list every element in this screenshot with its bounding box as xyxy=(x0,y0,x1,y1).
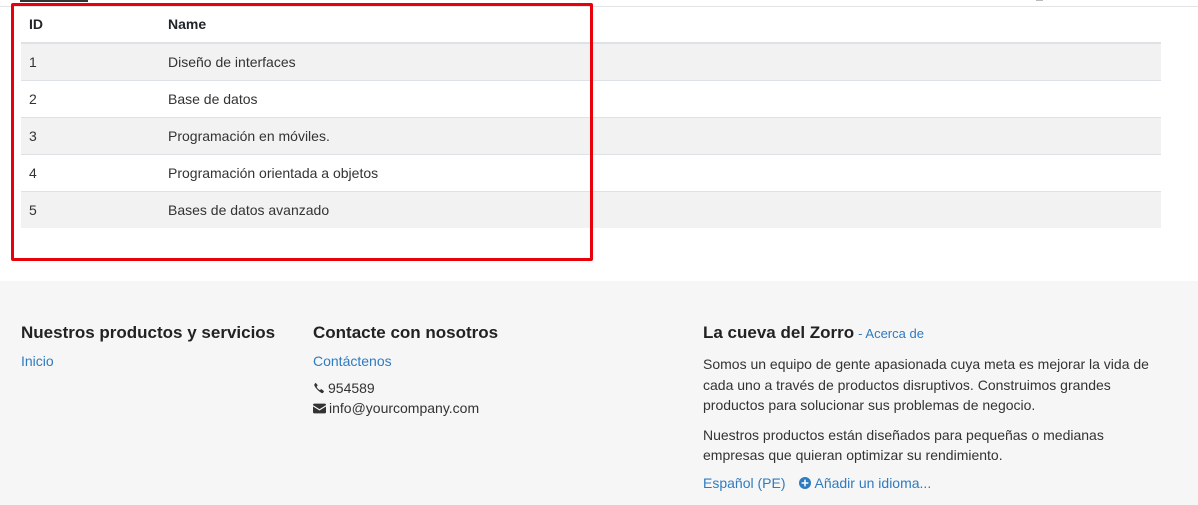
table-row[interactable]: 4 Programación orientada a objetos xyxy=(21,154,1161,192)
column-header-id[interactable]: ID xyxy=(21,6,168,44)
contact-title: Contacte con nosotros xyxy=(313,323,499,342)
products-title: Nuestros productos y servicios xyxy=(21,323,276,342)
cell-id: 1 xyxy=(21,42,168,81)
email-address: info@yourcompany.com xyxy=(329,400,480,416)
footer-contact-column: Contacte con nosotros Contáctenos 954589… xyxy=(313,322,498,418)
footer-about-column: La cueva del Zorro - Acerca de Somos un … xyxy=(703,322,1163,491)
table-header-row: ID Name xyxy=(21,6,1161,44)
cell-name: Programación en móviles. xyxy=(168,117,1161,155)
language-row: Español (PE) Añadir un idioma... xyxy=(703,475,1163,491)
plus-circle-icon xyxy=(799,476,812,489)
table-row[interactable]: 5 Bases de datos avanzado xyxy=(21,191,1161,228)
contact-email: info@yourcompany.com xyxy=(313,398,498,418)
language-link[interactable]: Español (PE) xyxy=(703,475,785,491)
home-link[interactable]: Inicio xyxy=(21,353,275,369)
add-language-link[interactable]: Añadir un idioma... xyxy=(799,475,931,491)
top-tab-underline xyxy=(20,0,88,2)
phone-icon xyxy=(314,382,324,394)
cell-name: Programación orientada a objetos xyxy=(168,154,1161,192)
footer: Nuestros productos y servicios Inicio Co… xyxy=(0,281,1198,505)
cell-id: 3 xyxy=(21,117,168,155)
contact-us-link[interactable]: Contáctenos xyxy=(313,353,498,369)
courses-table-container: ID Name 1 Diseño de interfaces 2 Base de… xyxy=(21,6,1161,228)
about-paragraph-1: Somos un equipo de gente apasionada cuya… xyxy=(703,356,1149,413)
footer-products-column: Nuestros productos y servicios Inicio xyxy=(21,322,275,369)
top-corner-mark xyxy=(1036,0,1043,1)
phone-number: 954589 xyxy=(328,380,375,396)
courses-table: ID Name 1 Diseño de interfaces 2 Base de… xyxy=(21,6,1161,228)
about-header: La cueva del Zorro - Acerca de xyxy=(703,322,1163,345)
contact-phone: 954589 xyxy=(313,378,498,398)
cell-name: Diseño de interfaces xyxy=(168,42,1161,81)
cell-name: Bases de datos avanzado xyxy=(168,191,1161,228)
cell-id: 2 xyxy=(21,80,168,118)
cell-id: 5 xyxy=(21,191,168,228)
table-row[interactable]: 1 Diseño de interfaces xyxy=(21,42,1161,81)
cell-id: 4 xyxy=(21,154,168,192)
column-header-name[interactable]: Name xyxy=(168,6,1161,44)
table-row[interactable]: 2 Base de datos xyxy=(21,80,1161,118)
company-name: La cueva del Zorro xyxy=(703,323,855,342)
add-language-label: Añadir un idioma... xyxy=(814,474,932,491)
cell-name: Base de datos xyxy=(168,80,1161,118)
about-link[interactable]: - Acerca de xyxy=(858,323,924,345)
about-paragraph-2: Nuestros productos están diseñados para … xyxy=(703,426,1104,464)
table-row[interactable]: 3 Programación en móviles. xyxy=(21,117,1161,155)
envelope-icon xyxy=(313,403,326,413)
contact-list: 954589 info@yourcompany.com xyxy=(313,378,498,418)
